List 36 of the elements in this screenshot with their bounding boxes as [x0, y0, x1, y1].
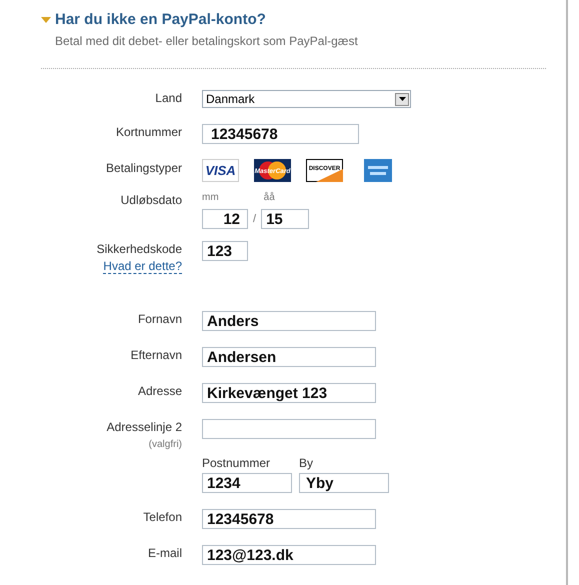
month-hint: mm	[202, 192, 219, 205]
optional-note: (valgfri)	[148, 439, 182, 450]
city-field[interactable]: Yby	[299, 473, 389, 493]
field-label: E-mail	[148, 545, 182, 561]
month-field[interactable]: 12	[202, 209, 248, 229]
field-label: Fornavn	[138, 311, 182, 327]
postal-code-field[interactable]: 1234	[202, 473, 292, 493]
field-label: Efternavn	[130, 347, 182, 363]
input-field[interactable]: Anders	[202, 311, 376, 331]
field-label: Adresselinje 2	[106, 419, 182, 435]
input-field[interactable]: 12345678	[202, 124, 359, 144]
field-label: By	[299, 456, 314, 470]
credit-card-logo-icon	[364, 159, 392, 182]
field-label: Adresse	[138, 383, 182, 399]
input-field[interactable]: 12345678	[202, 509, 376, 529]
section-subtitle: Betal med dit debet- eller betalingskort som PayPal-gæst	[55, 34, 358, 48]
field-label: Udløbsdato	[120, 192, 182, 208]
input-field[interactable]: 123@123.dk	[202, 545, 376, 565]
security-code-field[interactable]: 123	[202, 241, 248, 261]
input-field[interactable]: Kirkevænget 123	[202, 383, 376, 403]
year-field[interactable]: 15	[261, 209, 310, 229]
field-label: Telefon	[143, 509, 182, 525]
country-select[interactable]: Danmark	[202, 90, 411, 108]
field-label: Sikkerhedskode	[96, 241, 182, 257]
visa-card-logo: VISA	[202, 159, 239, 182]
input-field[interactable]	[202, 419, 376, 439]
section-title[interactable]: Har du ikke en PayPal-konto?	[55, 11, 358, 29]
input-field[interactable]: Andersen	[202, 347, 376, 367]
field-label: Land	[155, 90, 182, 106]
help-link[interactable]: Hvad er dette?	[103, 259, 182, 274]
year-hint: åå	[264, 192, 275, 205]
field-label: Kortnummer	[116, 124, 182, 140]
field-label: Postnummer	[202, 456, 272, 470]
expand-arrow-icon[interactable]	[41, 17, 51, 23]
date-separator: /	[253, 213, 256, 225]
field-label: Betalingstyper	[106, 160, 182, 176]
